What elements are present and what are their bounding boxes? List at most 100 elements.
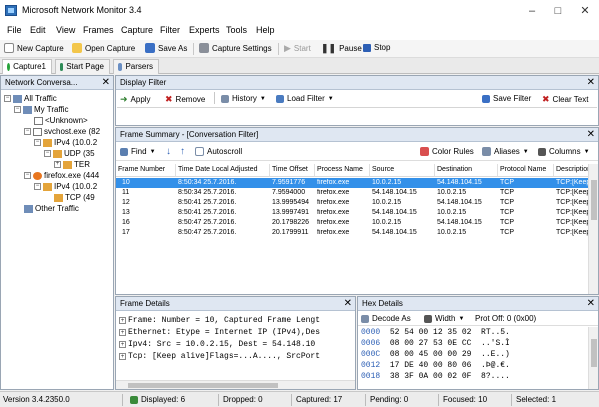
tree-label: IPv4 (10.0.2: [54, 138, 98, 147]
column-header-frame-number[interactable]: Frame Number: [116, 164, 176, 177]
stop-label: Stop: [374, 43, 391, 52]
expand-icon[interactable]: +: [119, 340, 126, 348]
color-rules-button[interactable]: Color Rules: [420, 147, 474, 156]
stop-button[interactable]: Stop: [363, 43, 390, 52]
column-header-protocol-name[interactable]: Protocol Name: [498, 164, 554, 177]
tab-start-page[interactable]: Start Page: [55, 59, 110, 74]
tree-item-tcp[interactable]: TCP (49: [54, 192, 95, 203]
hex-row[interactable]: 000C 08 00 45 00 00 29 ..E..): [361, 350, 586, 361]
hex-row[interactable]: 0000 52 54 00 12 35 02 RT..5.: [361, 328, 586, 339]
column-header-time-offset[interactable]: Time Offset: [270, 164, 315, 177]
scroll-thumb[interactable]: [128, 383, 278, 388]
menu-tools[interactable]: Tools: [226, 25, 247, 35]
menu-frames[interactable]: Frames: [83, 25, 114, 35]
open-capture-button[interactable]: Open Capture: [72, 43, 135, 53]
maximize-icon[interactable]: □: [548, 3, 568, 19]
close-icon[interactable]: ✕: [102, 77, 110, 88]
menu-file[interactable]: File: [7, 25, 22, 35]
remove-filter-button[interactable]: ✖ Remove: [165, 94, 205, 105]
filter-text-input[interactable]: [117, 107, 597, 124]
find-previous-button[interactable]: ↑: [180, 146, 185, 157]
columns-dropdown[interactable]: Columns ▼: [538, 147, 590, 156]
collapse-icon[interactable]: −: [14, 106, 21, 113]
menu-view[interactable]: View: [56, 25, 75, 35]
pause-button[interactable]: ❚❚ Pause: [321, 43, 362, 54]
hex-row[interactable]: 0006 08 00 27 53 0E CC ..'S.Ì: [361, 339, 586, 350]
tree-item-unknown[interactable]: <Unknown>: [34, 115, 88, 126]
column-header-time-date[interactable]: Time Date Local Adjusted: [176, 164, 270, 177]
width-dropdown[interactable]: Width ▼: [424, 314, 464, 323]
tree-item-other-traffic[interactable]: Other Traffic: [24, 203, 79, 214]
detail-text: Tcp: [Keep alive]Flags=...A...., SrcPort: [128, 351, 321, 361]
menu-experts[interactable]: Experts: [189, 25, 220, 35]
close-icon[interactable]: ✕: [587, 77, 595, 88]
collapse-icon[interactable]: −: [34, 139, 41, 146]
menu-filter[interactable]: Filter: [160, 25, 180, 35]
clear-text-button[interactable]: ✖ Clear Text: [542, 94, 588, 105]
tree-item-teredo[interactable]: + TER: [54, 159, 90, 170]
menu-help[interactable]: Help: [256, 25, 275, 35]
close-icon[interactable]: ✕: [575, 3, 595, 19]
aliases-dropdown[interactable]: Aliases ▼: [482, 147, 529, 156]
apply-filter-button[interactable]: ➜ Apply: [120, 94, 151, 105]
expand-icon[interactable]: +: [119, 352, 126, 360]
detail-row-ipv4[interactable]: + Ipv4: Src = 10.0.2.15, Dest = 54.148.1…: [119, 338, 355, 350]
collapse-icon[interactable]: −: [24, 128, 31, 135]
table-row[interactable]: 16 8:50:47 25.7.2016. 20.1798226 firefox.ex…: [116, 218, 590, 228]
tree-item-udp[interactable]: − UDP (35: [44, 148, 95, 159]
stop-icon: [363, 43, 371, 52]
find-dropdown[interactable]: Find ▼: [120, 147, 156, 156]
detail-row-tcp[interactable]: + Tcp: [Keep alive]Flags=...A...., SrcPo…: [119, 350, 355, 362]
decode-as-button[interactable]: Decode As: [361, 314, 411, 323]
autoscroll-button[interactable]: Autoscroll: [195, 147, 242, 156]
detail-row-ethernet[interactable]: + Ethernet: Etype = Internet IP (IPv4),D…: [119, 326, 355, 338]
table-row[interactable]: 12 8:50:41 25.7.2016. 13.9995494 firefox.ex…: [116, 198, 590, 208]
minimize-icon[interactable]: –: [522, 3, 542, 19]
scroll-thumb[interactable]: [591, 180, 597, 220]
table-row-selected[interactable]: 10 8:50:34 25.7.2016. 7.9591776 firefox.exe…: [116, 178, 590, 188]
new-capture-button[interactable]: New Capture: [4, 43, 64, 53]
capture-settings-button[interactable]: Capture Settings: [199, 43, 272, 53]
expand-icon[interactable]: +: [54, 161, 61, 168]
table-row[interactable]: 17 8:50:47 25.7.2016. 20.1799911 firefox.ex…: [116, 228, 590, 238]
column-header-process-name[interactable]: Process Name: [315, 164, 370, 177]
tab-parsers[interactable]: Parsers: [113, 59, 159, 74]
scroll-thumb[interactable]: [591, 339, 597, 367]
hex-row[interactable]: 0012 17 DE 40 00 80 06 .Þ@.€.: [361, 361, 586, 372]
start-button[interactable]: ▶ Start: [284, 43, 311, 54]
find-next-button[interactable]: ↓: [166, 146, 171, 157]
tree-item-my-traffic[interactable]: − My Traffic: [14, 104, 69, 115]
hex-row[interactable]: 0018 38 3F 0A 00 02 0F 8?....: [361, 372, 586, 383]
tree-item-svchost[interactable]: − svchost.exe (82: [24, 126, 100, 137]
load-filter-dropdown[interactable]: Load Filter ▼: [276, 94, 334, 103]
table-row[interactable]: 11 8:50:34 25.7.2016. 7.9594000 firefox.exe…: [116, 188, 590, 198]
collapse-icon[interactable]: −: [24, 172, 31, 179]
tree-item-firefox-ipv4[interactable]: − IPv4 (10.0.2: [34, 181, 97, 192]
close-icon[interactable]: ✕: [587, 298, 595, 309]
tree-item-svchost-ipv4[interactable]: − IPv4 (10.0.2: [34, 137, 97, 148]
tab-capture1[interactable]: Capture1: [2, 59, 52, 74]
table-row[interactable]: 13 8:50:41 25.7.2016. 13.9997491 firefox.ex…: [116, 208, 590, 218]
horizontal-scrollbar[interactable]: [116, 380, 355, 389]
collapse-icon[interactable]: −: [4, 95, 11, 102]
close-icon[interactable]: ✕: [587, 129, 595, 140]
save-as-button[interactable]: Save As: [145, 43, 187, 53]
close-icon[interactable]: ✕: [344, 298, 352, 309]
column-header-source[interactable]: Source: [370, 164, 435, 177]
expand-icon[interactable]: +: [119, 328, 126, 336]
menu-capture[interactable]: Capture: [121, 25, 153, 35]
collapse-icon[interactable]: −: [34, 183, 41, 190]
expand-icon[interactable]: +: [119, 316, 126, 324]
tree-item-all-traffic[interactable]: − All Traffic: [4, 93, 57, 104]
tree-item-firefox[interactable]: − firefox.exe (444: [24, 170, 99, 181]
menu-edit[interactable]: Edit: [30, 25, 46, 35]
detail-row-frame[interactable]: + Frame: Number = 10, Captured Frame Len…: [119, 314, 355, 326]
column-header-description[interactable]: Description: [554, 164, 590, 177]
vertical-scrollbar[interactable]: [588, 327, 598, 389]
save-filter-button[interactable]: Save Filter: [482, 94, 531, 103]
app-icon: [5, 5, 17, 16]
vertical-scrollbar[interactable]: [588, 164, 598, 294]
collapse-icon[interactable]: −: [44, 150, 51, 157]
column-header-destination[interactable]: Destination: [435, 164, 498, 177]
history-dropdown[interactable]: History ▼: [221, 94, 266, 103]
